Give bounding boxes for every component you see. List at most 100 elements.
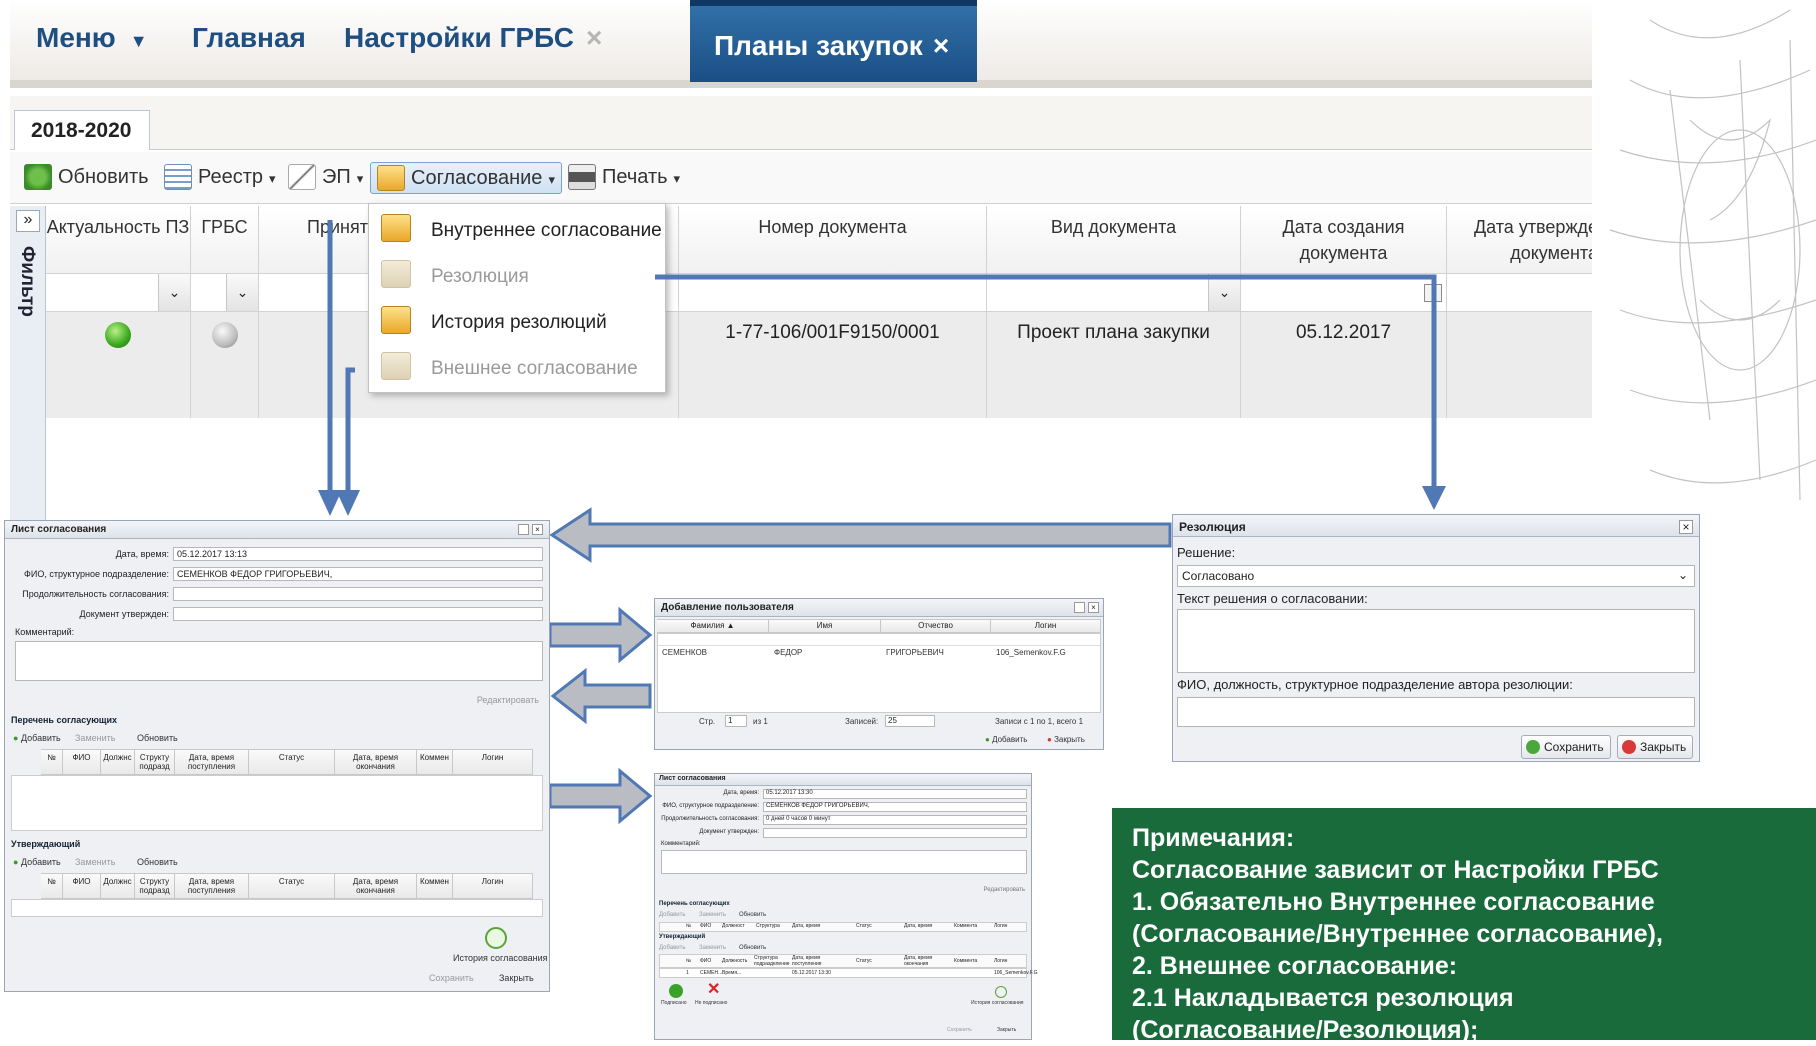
column-header[interactable]: Фамилия ▲ xyxy=(657,619,769,633)
signed-button[interactable]: Подписано xyxy=(661,1000,687,1006)
approval-sheet-filled-window: Лист согласования Дата, время: 05.12.201… xyxy=(654,773,1038,1040)
chevron-down-icon: ⌄ xyxy=(1677,568,1688,582)
column-header: ФИО xyxy=(700,923,712,929)
column-header: Логин xyxy=(994,923,1008,929)
save-button[interactable]: Сохранить xyxy=(947,1027,972,1033)
approved-label: Документ утвержден: xyxy=(79,609,170,619)
row-fio: СЕМЕН... xyxy=(700,970,723,976)
edit-button[interactable]: Редактировать xyxy=(477,695,539,705)
filter-row[interactable] xyxy=(658,634,1100,646)
login-cell[interactable]: 106_Semenkov.F.G xyxy=(996,648,1066,657)
close-button[interactable]: ● Закрыть xyxy=(1047,735,1085,744)
comment-field[interactable] xyxy=(15,641,543,681)
add-button[interactable]: Добавить xyxy=(659,912,686,918)
history-icon[interactable] xyxy=(995,986,1007,998)
close-button[interactable]: Закрыть xyxy=(499,973,534,983)
refresh-button[interactable]: Обновить xyxy=(137,733,178,743)
author-field[interactable] xyxy=(1177,697,1695,727)
close-button[interactable]: Закрыть xyxy=(1617,735,1694,759)
duration-field[interactable] xyxy=(173,587,543,601)
column-header[interactable]: Имя xyxy=(769,619,881,633)
date-field[interactable]: 05.12.2017 13:30 xyxy=(763,789,1027,799)
duration-label: Продолжительность согласования: xyxy=(22,589,169,599)
column-header: Статус xyxy=(856,923,872,929)
approvers-table-body xyxy=(11,775,543,831)
approver-section-title: Утверждающий xyxy=(659,934,706,940)
column-header: Логин xyxy=(453,749,533,775)
refresh-button[interactable]: Обновить xyxy=(137,857,178,867)
patronymic-cell[interactable]: ГРИГОРЬЕВИЧ xyxy=(886,648,944,657)
notes-line: 2.1 Накладывается резолюция xyxy=(1132,984,1514,1012)
column-header: № xyxy=(41,749,63,775)
date-field[interactable]: 05.12.2017 13:13 xyxy=(173,547,543,561)
column-header: № xyxy=(686,958,692,964)
column-header[interactable]: Отчество xyxy=(881,619,991,633)
maximize-icon[interactable] xyxy=(1074,602,1085,613)
decision-text-field[interactable] xyxy=(1177,609,1695,673)
close-button[interactable]: Закрыть xyxy=(997,1027,1016,1033)
history-icon[interactable] xyxy=(485,927,507,949)
add-button[interactable]: ● Добавить xyxy=(985,735,1027,744)
column-header: Статус xyxy=(856,958,872,964)
column-header: Статус xyxy=(249,749,335,775)
check-icon[interactable] xyxy=(669,984,683,998)
history-button[interactable]: История согласования xyxy=(453,953,548,963)
row-login: 106_Semenkov.F.G xyxy=(994,970,1038,976)
records-select[interactable]: 25 xyxy=(885,715,935,727)
column-header: Статус xyxy=(249,873,335,899)
column-header: Должность xyxy=(722,958,748,964)
table-row[interactable]: 1 СЕМЕН... Время... 05.12.2017 13:30 106… xyxy=(659,968,1038,978)
column-header[interactable]: Логин xyxy=(991,619,1101,633)
approvers-section-title: Перечень согласующих xyxy=(659,901,730,907)
close-icon[interactable]: × xyxy=(1679,520,1693,534)
decision-select[interactable]: Согласовано ⌄ xyxy=(1177,565,1695,587)
replace-button[interactable]: Заменить xyxy=(699,945,726,951)
page-input[interactable]: 1 xyxy=(725,715,747,727)
column-header: Коммен xyxy=(417,749,453,775)
approved-field[interactable] xyxy=(173,607,543,621)
fio-field[interactable]: СЕМЕНКОВ ФЕДОР ГРИГОРЬЕВИЧ, xyxy=(173,567,543,581)
save-button[interactable]: Сохранить xyxy=(429,973,474,983)
decision-text-label: Текст решения о согласовании: xyxy=(1177,591,1368,606)
column-header: № xyxy=(686,923,692,929)
fio-field[interactable]: СЕМЕНКОВ ФЕДОР ГРИГОРЬЕВИЧ, xyxy=(763,802,1027,812)
add-button[interactable]: ● Добавить xyxy=(13,733,61,743)
close-icon xyxy=(1622,740,1636,754)
resolution-window: Резолюция × Решение: Согласовано ⌄ Текст … xyxy=(1172,514,1700,762)
approved-field[interactable] xyxy=(763,828,1027,838)
notes-line: 1. Обязательно Внутреннее согласование xyxy=(1132,888,1655,916)
author-label: ФИО, должность, структурное подразделени… xyxy=(1177,677,1573,692)
column-header: Структу подразд xyxy=(135,873,175,899)
records-label: Записей: xyxy=(845,717,879,726)
comment-field[interactable] xyxy=(661,850,1027,874)
not-signed-button[interactable]: Не подписано xyxy=(695,1000,727,1006)
close-icon[interactable]: × xyxy=(532,524,543,535)
add-button[interactable]: Добавить xyxy=(659,945,686,951)
column-header: Структура подразделение xyxy=(754,955,790,967)
column-header: ФИО xyxy=(700,958,712,964)
add-button[interactable]: ● Добавить xyxy=(13,857,61,867)
check-icon xyxy=(1526,740,1540,754)
approvers-section-title: Перечень согласующих xyxy=(11,715,118,725)
maximize-icon[interactable] xyxy=(518,524,529,535)
close-icon[interactable]: × xyxy=(1088,602,1099,613)
last-name-cell[interactable]: СЕМЕНКОВ xyxy=(662,648,707,657)
comment-label: Комментарий: xyxy=(661,841,701,847)
refresh-button[interactable]: Обновить xyxy=(739,912,766,918)
window-title: Добавление пользователя xyxy=(655,599,1103,617)
column-header: Дата, время поступления xyxy=(792,955,822,967)
duration-field[interactable]: 0 дней 0 часов 0 минут xyxy=(763,815,1027,825)
refresh-button[interactable]: Обновить xyxy=(739,945,766,951)
edit-button[interactable]: Редактировать xyxy=(984,887,1025,893)
save-button[interactable]: Сохранить xyxy=(1521,735,1611,759)
cross-icon[interactable]: ✕ xyxy=(707,982,720,998)
history-button[interactable]: История согласования xyxy=(971,1000,1024,1006)
first-name-cell[interactable]: ФЕДОР xyxy=(774,648,802,657)
approved-label: Документ утвержден: xyxy=(699,829,759,835)
replace-button[interactable]: Заменить xyxy=(75,733,115,743)
column-header: Дата, время xyxy=(792,923,821,929)
comment-label: Комментарий: xyxy=(15,627,75,637)
replace-button[interactable]: Заменить xyxy=(75,857,115,867)
add-user-window: Добавление пользователя × Фамилия ▲ Имя … xyxy=(654,598,1104,750)
replace-button[interactable]: Заменить xyxy=(699,912,726,918)
